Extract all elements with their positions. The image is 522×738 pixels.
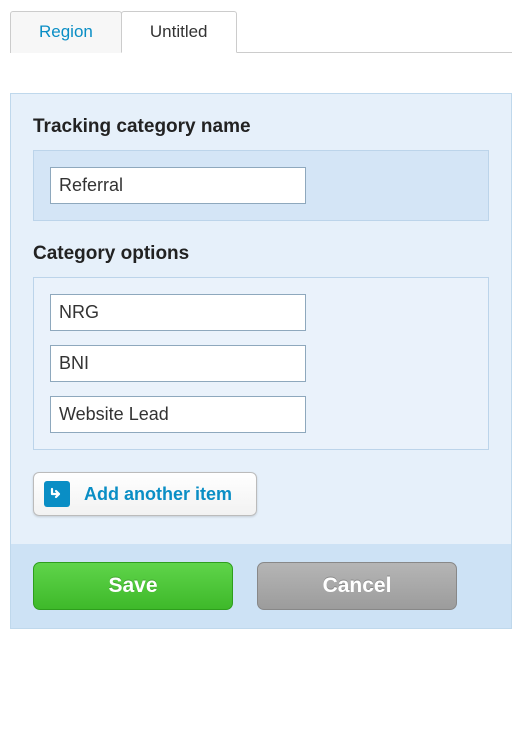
option-input[interactable] xyxy=(50,396,306,433)
tabs-bar: Region Untitled xyxy=(10,10,512,53)
save-button[interactable]: Save xyxy=(33,562,233,610)
tracking-category-form: Tracking category name Category options … xyxy=(10,93,512,629)
add-return-icon xyxy=(44,481,70,507)
tab-untitled[interactable]: Untitled xyxy=(121,11,237,53)
add-item-label: Add another item xyxy=(84,484,232,505)
category-options-label: Category options xyxy=(33,243,489,265)
category-name-group xyxy=(33,150,489,221)
option-input[interactable] xyxy=(50,345,306,382)
cancel-button[interactable]: Cancel xyxy=(257,562,457,610)
tab-region[interactable]: Region xyxy=(10,11,122,53)
category-options-group xyxy=(33,277,489,450)
category-name-input[interactable] xyxy=(50,167,306,204)
category-name-label: Tracking category name xyxy=(33,116,489,138)
action-bar: Save Cancel xyxy=(11,544,511,628)
option-input[interactable] xyxy=(50,294,306,331)
add-item-button[interactable]: Add another item xyxy=(33,472,257,516)
